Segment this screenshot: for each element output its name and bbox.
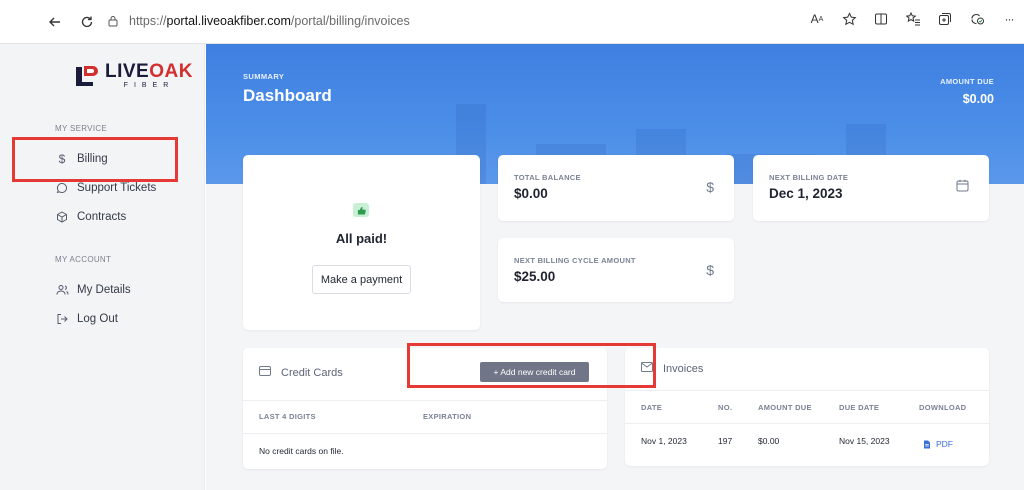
back-icon[interactable]: [44, 11, 66, 33]
my-account-label: MY ACCOUNT: [55, 255, 112, 264]
invoices-title: Invoices: [663, 362, 704, 375]
total-balance-card: TOTAL BALANCE $0.00 $: [498, 155, 734, 221]
dollar-icon: $: [706, 179, 714, 195]
favorite-icon[interactable]: [840, 10, 858, 28]
pdf-label: PDF: [936, 439, 953, 449]
logout-icon: [55, 312, 69, 326]
lock-icon[interactable]: [105, 13, 121, 29]
dollar-icon: $: [706, 262, 714, 278]
total-balance-value: $0.00: [514, 186, 548, 201]
chat-bubble-icon: [55, 181, 69, 195]
column-header: DUE DATE: [839, 403, 880, 412]
next-billing-cycle-card: NEXT BILLING CYCLE AMOUNT $25.00 $: [498, 238, 734, 302]
column-header: DOWNLOAD: [919, 403, 967, 412]
column-header: AMOUNT DUE: [758, 403, 812, 412]
total-balance-label: TOTAL BALANCE: [514, 173, 581, 182]
refresh-icon[interactable]: [76, 11, 98, 33]
split-screen-icon[interactable]: [872, 10, 890, 28]
logo-subtitle: FIBER: [123, 82, 175, 89]
column-header: DATE: [641, 403, 663, 412]
sidebar-item-label: Log Out: [77, 313, 118, 325]
make-payment-button[interactable]: Make a payment: [312, 265, 411, 294]
invoice-number: 197: [718, 436, 733, 446]
column-header: LAST 4 DIGITS: [259, 412, 316, 421]
logo-oak-text: OAK: [149, 61, 193, 82]
add-card-highlight-box: [407, 343, 656, 388]
divider: [243, 433, 607, 434]
url-domain: portal.liveoakfiber.com: [166, 14, 291, 28]
file-icon: [924, 440, 930, 448]
credit-cards-title: Credit Cards: [281, 366, 343, 379]
invoice-date: Nov 1, 2023: [641, 436, 687, 446]
invoice-amount-due: $0.00: [758, 436, 780, 446]
credit-card-icon: [259, 366, 271, 379]
next-billing-date-label: NEXT BILLING DATE: [769, 173, 849, 182]
all-paid-title: All paid!: [335, 231, 388, 246]
read-aloud-label: A: [810, 12, 819, 26]
box-icon: [55, 210, 69, 224]
sidebar-item-label: Contracts: [77, 211, 127, 223]
more-icon[interactable]: ···: [1000, 10, 1018, 28]
thumbs-up-icon: [353, 203, 369, 217]
browser-toolbar: https://portal.liveoakfiber.com/portal/b…: [0, 0, 1024, 44]
sidebar-item-support-tickets[interactable]: Support Tickets: [55, 181, 156, 195]
collections-icon[interactable]: [936, 10, 954, 28]
sidebar-item-label: Support Tickets: [77, 182, 157, 194]
url-prefix: https://: [129, 14, 167, 28]
sidebar: LIVEOAK FIBER MY SERVICE $ Billing Suppo…: [0, 44, 205, 490]
users-icon: [55, 283, 69, 297]
billing-highlight-box: [12, 137, 178, 182]
extensions-icon[interactable]: [968, 10, 986, 28]
logo-live-text: LIVE: [105, 61, 150, 82]
payment-status-card: All paid! Make a payment: [243, 155, 480, 330]
next-billing-cycle-label: NEXT BILLING CYCLE AMOUNT: [514, 256, 636, 265]
summary-label: SUMMARY: [243, 72, 285, 81]
next-billing-date-card: NEXT BILLING DATE Dec 1, 2023: [753, 155, 989, 221]
next-billing-date-value: Dec 1, 2023: [769, 186, 843, 201]
amount-due-value: $0.00: [962, 92, 994, 106]
my-service-label: MY SERVICE: [55, 124, 108, 133]
calendar-icon: [956, 179, 969, 195]
logo-mark-icon: [76, 66, 98, 86]
sidebar-item-contracts[interactable]: Contracts: [55, 210, 126, 224]
divider: [625, 390, 989, 391]
favorites-bar-icon[interactable]: [904, 10, 922, 28]
invoice-due-date: Nov 15, 2023: [839, 436, 890, 446]
url-path: /portal/billing/invoices: [290, 14, 410, 28]
brand-logo[interactable]: LIVEOAK FIBER: [75, 61, 193, 89]
logo-word: LIVEOAK: [105, 61, 193, 82]
invoices-panel: Invoices DATE NO. AMOUNT DUE DUE DATE DO…: [625, 348, 989, 466]
next-billing-cycle-value: $25.00: [514, 269, 556, 284]
credit-cards-header: Credit Cards: [259, 366, 343, 379]
read-aloud-icon[interactable]: AA: [808, 10, 826, 28]
sidebar-item-my-details[interactable]: My Details: [55, 283, 131, 297]
main-content: SUMMARY Dashboard AMOUNT DUE $0.00 All p…: [206, 44, 1024, 490]
sidebar-item-log-out[interactable]: Log Out: [55, 312, 118, 326]
divider: [625, 423, 989, 424]
invoice-pdf-link[interactable]: PDF: [923, 439, 953, 449]
sidebar-item-label: My Details: [77, 284, 131, 296]
amount-due-label: AMOUNT DUE: [940, 77, 994, 86]
address-bar[interactable]: https://portal.liveoakfiber.com/portal/b…: [105, 10, 825, 32]
page-title: Dashboard: [243, 86, 332, 105]
divider: [243, 400, 607, 401]
empty-state-text: No credit cards on file.: [259, 446, 344, 456]
column-header: EXPIRATION: [423, 412, 472, 421]
column-header: NO.: [718, 403, 733, 412]
more-label: ···: [1004, 12, 1015, 26]
